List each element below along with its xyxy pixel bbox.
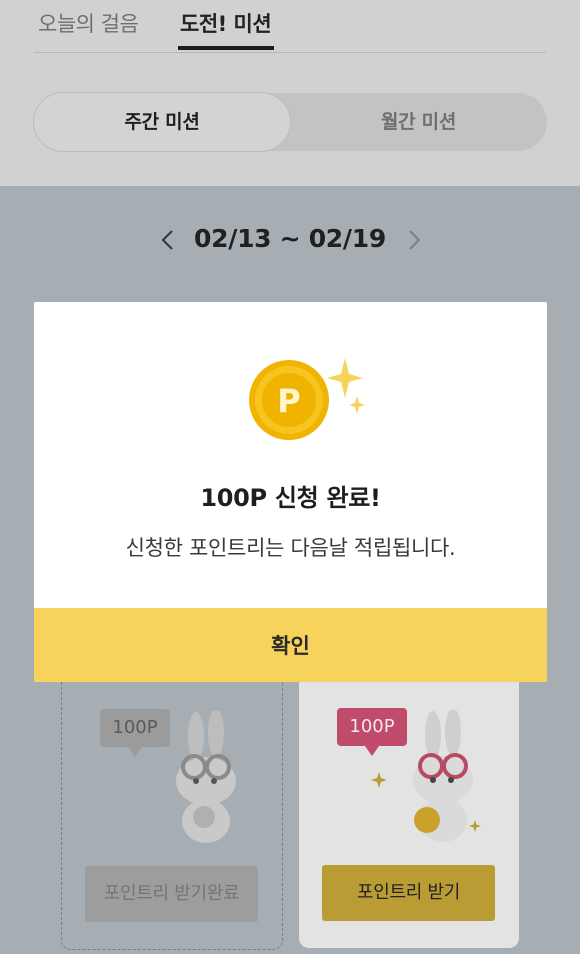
star-icon [469,820,481,832]
mission-card-available: 100P 포인트리 받기 [299,660,519,948]
header-area: 오늘의 걸음 도전! 미션 주간 미션 월간 미션 [0,0,580,186]
monthly-mission-button[interactable]: 월간 미션 [290,93,547,151]
week-navigator: 02/13 ~ 02/19 [0,222,580,262]
dialog-title: 100P 신청 완료! [200,484,381,512]
mission-period-toggle: 주간 미션 월간 미션 [34,93,547,151]
svg-text:P: P [277,382,300,420]
week-range: 02/13 ~ 02/19 [194,224,386,253]
star-icon [371,772,387,788]
chevron-left-icon[interactable] [154,226,182,254]
tab-today-steps[interactable]: 오늘의 걸음 [38,8,139,38]
weekly-mission-button[interactable]: 주간 미션 [34,93,290,151]
point-received-button: 포인트리 받기완료 [85,866,258,922]
tab-challenge-mission[interactable]: 도전! 미션 [180,8,272,38]
receive-point-button[interactable]: 포인트리 받기 [322,865,495,921]
chevron-right-icon[interactable] [400,226,428,254]
confirm-button[interactable]: 확인 [34,608,547,682]
bunny-character-icon [413,710,473,842]
dialog-message: 신청한 포인트리는 다음날 적립됩니다. [125,536,456,560]
tab-bar: 오늘의 걸음 도전! 미션 [34,0,546,53]
bunny-character-icon [176,711,236,843]
point-coin-icon: P [249,358,365,440]
completion-dialog: P 100P 신청 완료! 신청한 포인트리는 다음날 적립됩니다. 확인 [34,302,547,682]
mission-card-completed: 100P 포인트리 받기완료 [61,660,283,950]
active-tab-indicator [178,46,274,50]
